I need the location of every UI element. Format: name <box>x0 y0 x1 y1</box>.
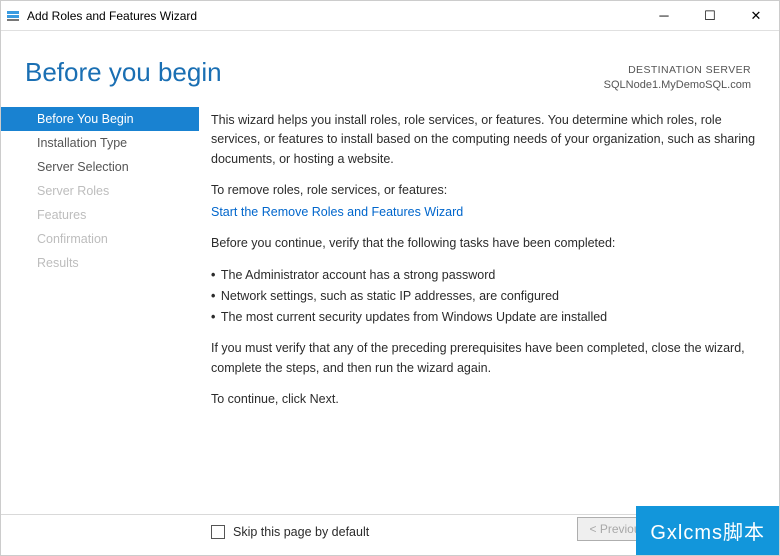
remove-roles-link[interactable]: Start the Remove Roles and Features Wiza… <box>211 203 759 222</box>
sidebar-item-results: Results <box>1 251 199 275</box>
checklist-item: The most current security updates from W… <box>211 307 759 328</box>
continue-text: To continue, click Next. <box>211 390 759 409</box>
skip-page-label: Skip this page by default <box>233 525 369 539</box>
intro-text: This wizard helps you install roles, rol… <box>211 111 759 169</box>
watermark-brand: Gxlcms <box>650 522 723 544</box>
content-area: Before You Begin Installation Type Serve… <box>1 107 779 514</box>
wizard-window: Add Roles and Features Wizard ─ ☐ ✕ Befo… <box>0 0 780 556</box>
verify-intro: Before you continue, verify that the fol… <box>211 234 759 253</box>
sidebar-item-before-you-begin[interactable]: Before You Begin <box>1 107 199 131</box>
sidebar-item-installation-type[interactable]: Installation Type <box>1 131 199 155</box>
skip-page-checkbox-wrap[interactable]: Skip this page by default <box>211 525 369 539</box>
maximize-button[interactable]: ☐ <box>687 1 733 31</box>
destination-info: DESTINATION SERVER SQLNode1.MyDemoSQL.co… <box>604 63 751 93</box>
sidebar-item-server-roles: Server Roles <box>1 179 199 203</box>
verify-note: If you must verify that any of the prece… <box>211 339 759 378</box>
window-title: Add Roles and Features Wizard <box>27 9 197 23</box>
sidebar-item-features: Features <box>1 203 199 227</box>
page-title: Before you begin <box>25 57 222 88</box>
checklist: The Administrator account has a strong p… <box>211 265 759 327</box>
header: Before you begin DESTINATION SERVER SQLN… <box>1 31 779 107</box>
checkbox-icon[interactable] <box>211 525 225 539</box>
server-manager-icon <box>5 8 21 24</box>
destination-server: SQLNode1.MyDemoSQL.com <box>604 78 751 93</box>
main-panel: This wizard helps you install roles, rol… <box>199 107 779 514</box>
checklist-item: Network settings, such as static IP addr… <box>211 286 759 307</box>
minimize-button[interactable]: ─ <box>641 1 687 31</box>
sidebar-item-confirmation: Confirmation <box>1 227 199 251</box>
watermark: Gxlcms脚本 <box>636 506 779 555</box>
sidebar-item-server-selection[interactable]: Server Selection <box>1 155 199 179</box>
destination-label: DESTINATION SERVER <box>604 63 751 78</box>
sidebar: Before You Begin Installation Type Serve… <box>1 107 199 514</box>
watermark-sub: 脚本 <box>723 522 765 544</box>
remove-text: To remove roles, role services, or featu… <box>211 181 759 200</box>
close-button[interactable]: ✕ <box>733 1 779 31</box>
window-controls: ─ ☐ ✕ <box>641 1 779 31</box>
checklist-item: The Administrator account has a strong p… <box>211 265 759 286</box>
titlebar: Add Roles and Features Wizard ─ ☐ ✕ <box>1 1 779 31</box>
